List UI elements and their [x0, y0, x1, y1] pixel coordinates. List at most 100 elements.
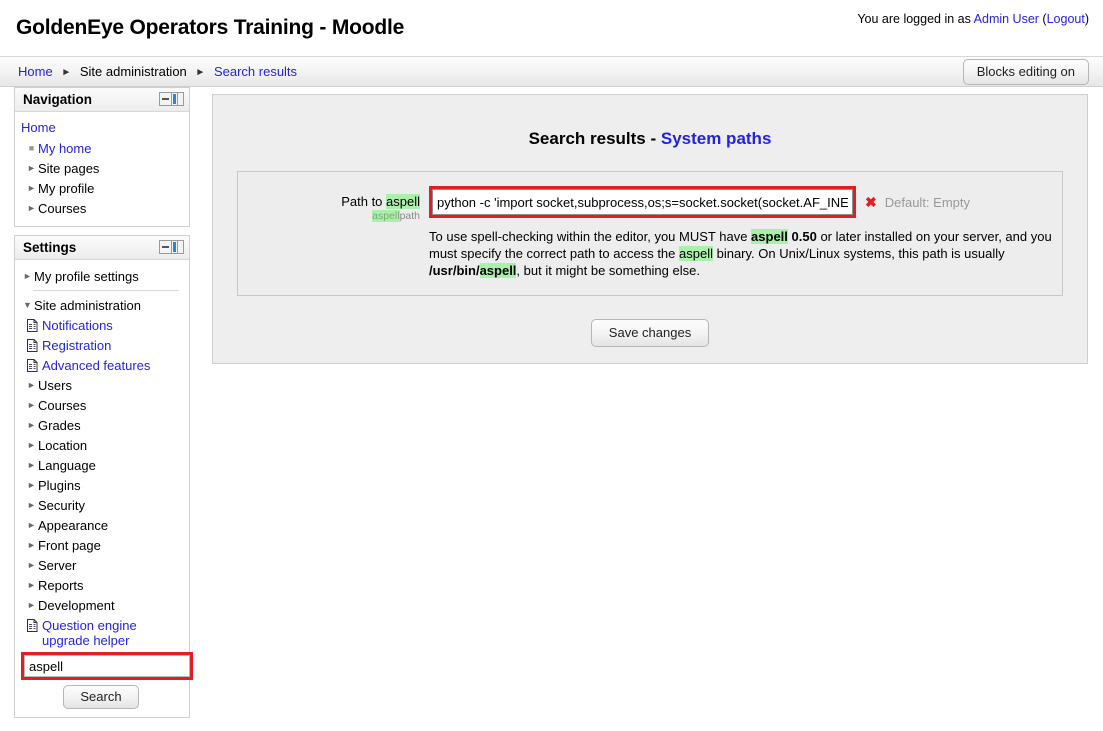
tree-item-registration[interactable]: Registration [19, 335, 183, 355]
settings-block-controls [159, 240, 184, 254]
tree-item-grades[interactable]: ► Grades [19, 415, 183, 435]
login-info: You are logged in as Admin User (Logout) [857, 12, 1089, 26]
tree-item-users[interactable]: ► Users [19, 375, 183, 395]
expand-arrow-icon[interactable]: ► [25, 378, 38, 393]
tree-item-label-courses: Courses [38, 200, 87, 216]
expand-arrow-icon[interactable]: ► [25, 181, 38, 196]
dock-icon[interactable] [171, 92, 184, 106]
page-title: Search results - System paths [227, 129, 1073, 149]
tree-item-label-language: Language [38, 457, 96, 473]
expand-arrow-icon[interactable]: ► [25, 398, 38, 413]
aspellpath-input[interactable] [432, 189, 853, 215]
dock-icon[interactable] [171, 240, 184, 254]
breadcrumb-item-home[interactable]: Home [18, 64, 53, 79]
tree-item-site-pages[interactable]: ► Site pages [19, 158, 183, 178]
description-text: To use spell-checking within the editor,… [429, 229, 752, 244]
aspellpath-input-highlight [429, 186, 856, 218]
tree-item-my-profile[interactable]: ► My profile [19, 178, 183, 198]
description-emphasis: 0.50 [791, 229, 817, 244]
expand-arrow-icon[interactable]: ► [25, 418, 38, 433]
search-results-panel: Search results - System paths Path to as… [212, 94, 1088, 364]
revert-to-default-icon[interactable]: ✖ [865, 194, 877, 211]
tree-item-plugins[interactable]: ► Plugins [19, 475, 183, 495]
tree-item-label-notifications[interactable]: Notifications [42, 318, 113, 333]
tree-item-label-security: Security [38, 497, 85, 513]
tree-item-my-home[interactable]: ■ My home [19, 138, 183, 158]
navigation-block-controls [159, 92, 184, 106]
document-icon [25, 338, 40, 353]
login-paren-open: ( [1038, 12, 1047, 26]
expand-arrow-icon[interactable]: ► [25, 558, 38, 573]
tree-item-courses[interactable]: ► Courses [19, 198, 183, 218]
expand-arrow-icon[interactable]: ► [25, 438, 38, 453]
setting-description: To use spell-checking within the editor,… [429, 228, 1052, 279]
description-highlight: aspell [479, 263, 517, 278]
breadcrumb-item-site-administration: Site administration [79, 64, 187, 79]
tree-item-my-profile-settings[interactable]: ► My profile settings [19, 266, 183, 286]
tree-item-advanced-features[interactable]: Advanced features [19, 355, 183, 375]
tree-item-site-administration[interactable]: ▼ Site administration [19, 295, 183, 315]
navigation-block-body: Home ■ My home ► Site pages ► My profile ► Cour… [15, 112, 189, 226]
tree-item-label-my-home[interactable]: My home [38, 141, 91, 156]
login-prefix-text: You are logged in as [857, 12, 974, 26]
expand-arrow-icon[interactable]: ► [25, 161, 38, 176]
tree-item-label-advanced-features[interactable]: Advanced features [42, 358, 150, 373]
setting-field-line: ✖ Default: Empty [429, 186, 1052, 218]
tree-item-courses[interactable]: ► Courses [19, 395, 183, 415]
tree-item-security[interactable]: ► Security [19, 495, 183, 515]
expand-arrow-icon[interactable]: ► [25, 518, 38, 533]
expand-arrow-icon[interactable]: ► [25, 498, 38, 513]
tree-item-front-page[interactable]: ► Front page [19, 535, 183, 555]
logout-link[interactable]: Logout [1047, 12, 1085, 26]
expand-arrow-icon[interactable]: ► [25, 598, 38, 613]
tree-item-location[interactable]: ► Location [19, 435, 183, 455]
tree-item-server[interactable]: ► Server [19, 555, 183, 575]
settings-block-body: ► My profile settings ▼ Site administration… [15, 260, 193, 717]
tree-item-label-server: Server [38, 557, 77, 573]
setting-label-highlight: aspell [386, 194, 420, 209]
tree-item-notifications[interactable]: Notifications [19, 315, 183, 335]
tree-item-language[interactable]: ► Language [19, 455, 183, 475]
tree-item-label-question-engine-upgrade-helper[interactable]: Question engine upgrade helper [42, 618, 160, 648]
collapse-arrow-icon[interactable]: ▼ [21, 298, 34, 313]
description-text: , but it might be something else. [516, 263, 700, 278]
settings-block-header: Settings [15, 236, 189, 260]
expand-arrow-icon[interactable]: ► [25, 538, 38, 553]
nav-home-link[interactable]: Home [21, 120, 56, 135]
navbar: Home ► Site administration ► Search resu… [0, 56, 1103, 87]
description-text: binary. On Unix/Linux systems, this path… [712, 246, 1005, 261]
bullet-icon: ■ [28, 142, 35, 153]
admin-search-input[interactable] [24, 655, 190, 677]
tree-item-question-engine-upgrade-helper[interactable]: Question engine upgrade helper [19, 615, 183, 650]
main-region: Search results - System paths Path to as… [212, 87, 1088, 364]
tree-item-label-courses: Courses [38, 397, 87, 413]
settings-block: Settings ► My profile settings ▼ Site admin… [14, 235, 193, 718]
tree-item-label-my-profile-settings: My profile settings [34, 268, 139, 284]
tree-item-label-plugins: Plugins [38, 477, 81, 493]
tree-item-development[interactable]: ► Development [19, 595, 183, 615]
blocks-editing-toggle-button[interactable]: Blocks editing on [962, 59, 1089, 85]
expand-arrow-icon[interactable]: ► [25, 458, 38, 473]
tree-item-reports[interactable]: ► Reports [19, 575, 183, 595]
tree-item-label-grades: Grades [38, 417, 81, 433]
breadcrumb-item-search-results[interactable]: Search results [214, 64, 297, 79]
system-paths-link[interactable]: System paths [661, 129, 772, 148]
tree-item-label-appearance: Appearance [38, 517, 109, 533]
expand-arrow-icon[interactable]: ► [21, 269, 34, 284]
tree-item-label-registration[interactable]: Registration [42, 338, 111, 353]
breadcrumb-separator-icon: ► [61, 67, 72, 78]
expand-arrow-icon[interactable]: ► [25, 478, 38, 493]
expand-arrow-icon[interactable]: ► [25, 578, 38, 593]
default-value-text: Default: Empty [884, 194, 970, 210]
tree-item-appearance[interactable]: ► Appearance [19, 515, 183, 535]
expand-arrow-icon[interactable]: ► [25, 201, 38, 216]
admin-search-button[interactable]: Search [63, 685, 139, 709]
admin-user-link[interactable]: Admin User [974, 12, 1039, 26]
site-title: GoldenEye Operators Training - Moodle [16, 16, 405, 39]
tree-item-label-development: Development [38, 597, 115, 613]
nav-home-root[interactable]: Home [19, 118, 183, 138]
save-changes-button[interactable]: Save changes [590, 319, 710, 347]
page-title-static: Search results - [528, 129, 661, 148]
document-icon [25, 618, 40, 633]
settings-tree: ► My profile settings ▼ Site administration… [19, 266, 183, 650]
